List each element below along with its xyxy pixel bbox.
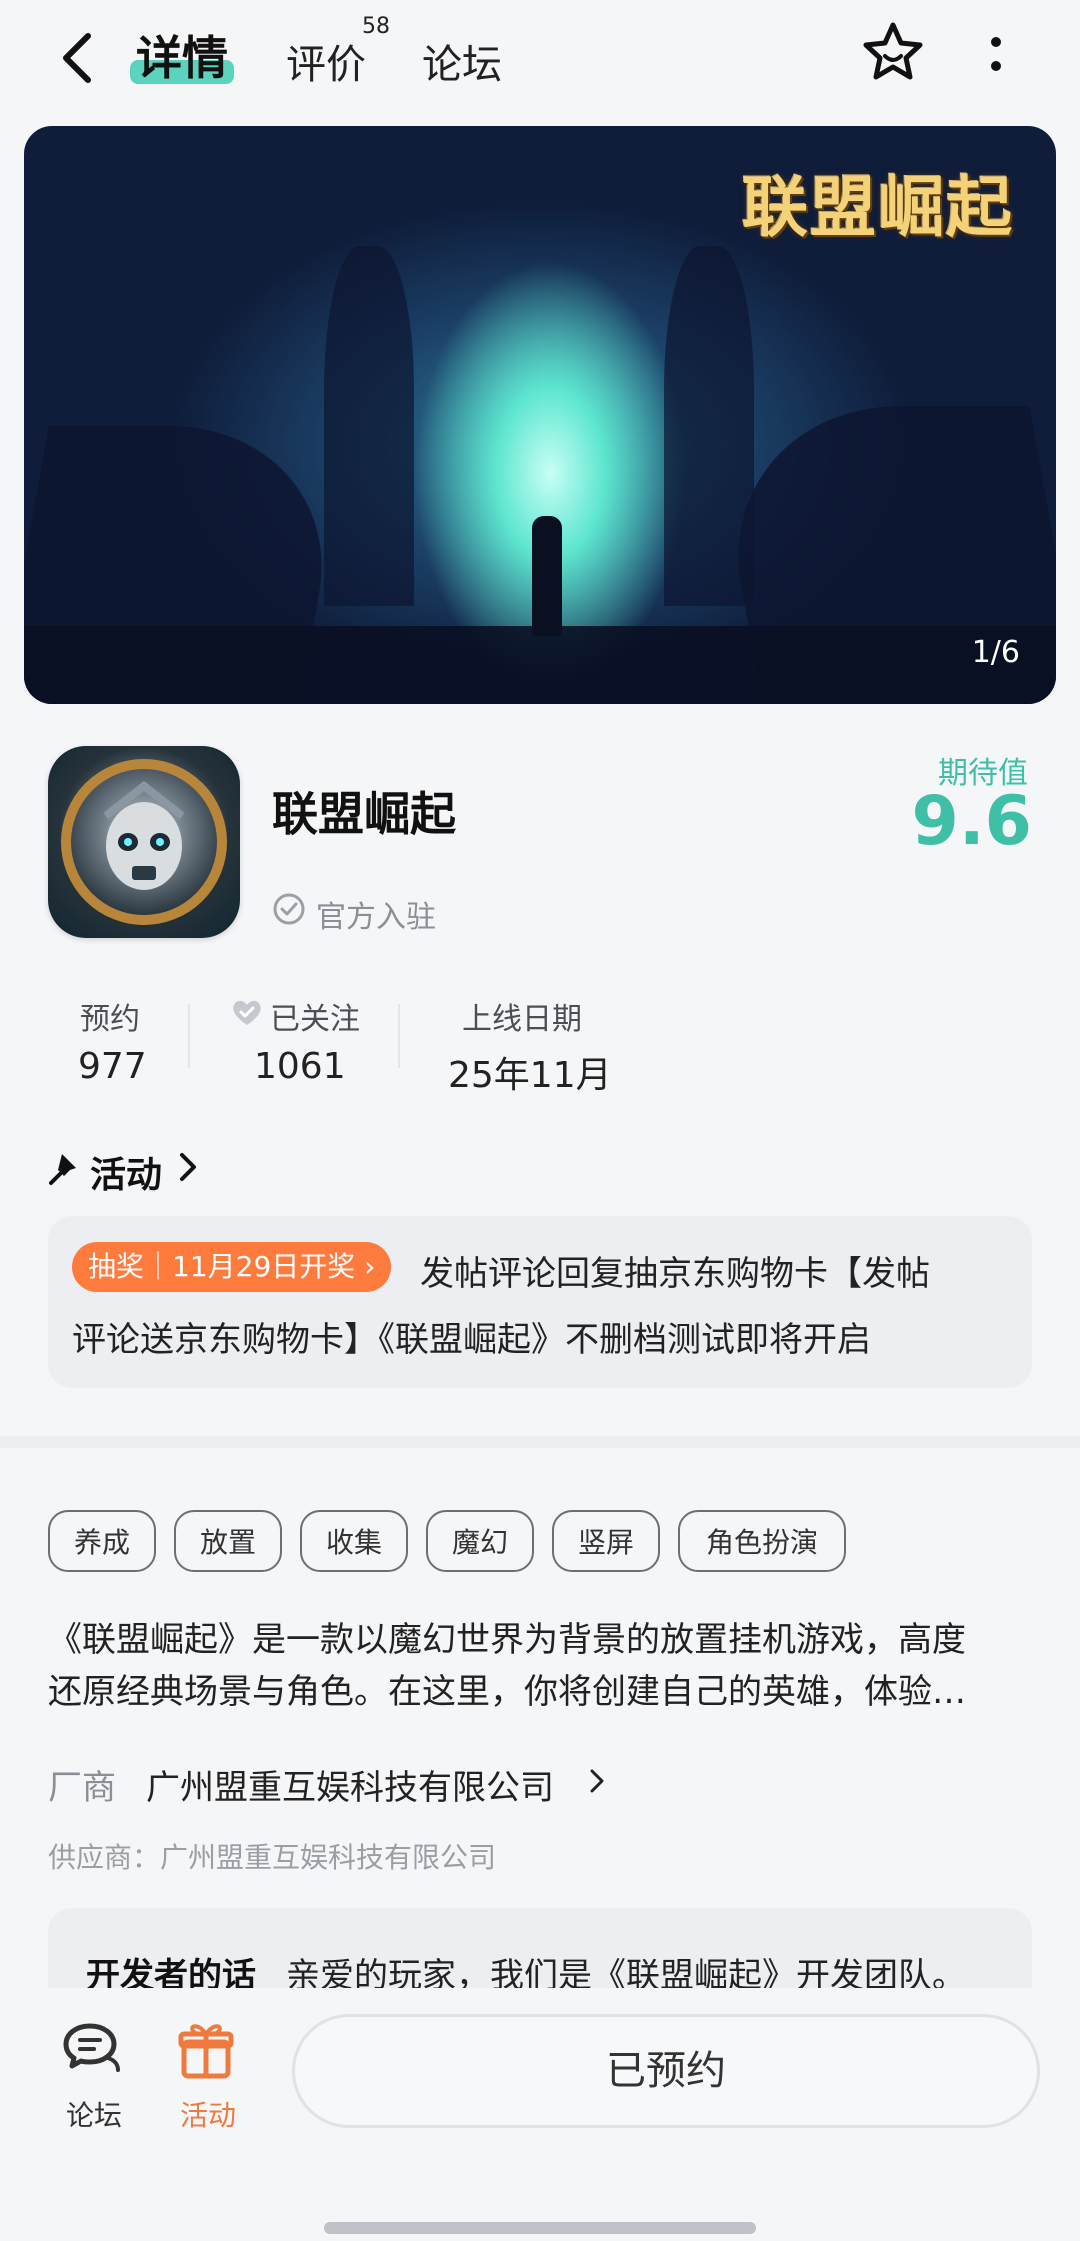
supplier-text: 供应商：广州盟重互娱科技有限公司 [48,1841,497,1874]
activity-text-line[interactable]: 评论送京东购物卡】《联盟崛起》不删档测试即将开启 [72,1312,871,1361]
chevron-right-icon: › [364,1250,376,1283]
gift-icon[interactable] [178,2020,234,2080]
stat-value-followers: 1061 [254,1046,346,1087]
app-icon [48,746,240,938]
stat-divider [188,1004,190,1068]
screenshot-carousel[interactable]: 联盟崛起 1/6 [24,126,1056,704]
stat-divider [398,1004,400,1068]
app-name: 联盟崛起 [272,787,456,841]
more-options-icon[interactable] [986,34,1006,74]
home-indicator[interactable] [324,2222,756,2234]
tag-item[interactable]: 收集 [300,1510,408,1572]
lottery-badge-text: 抽奖｜11月29日开奖 [88,1250,356,1283]
tag-item[interactable]: 魔幻 [426,1510,534,1572]
activity-section-title[interactable]: 活动 [90,1146,162,1198]
game-description[interactable]: 《联盟崛起》是一款以魔幻世界为背景的放置挂机游戏，高度 还原经典场景与角色。在这… [48,1614,1032,1718]
chevron-right-icon[interactable] [588,1766,606,1796]
activity-tab-label[interactable]: 活动 [180,2094,236,2134]
stat-label-launch-date: 上线日期 [462,1002,582,1037]
description-line: 还原经典场景与角色。在这里，你将创建自己的英雄，体验… [48,1672,966,1712]
back-arrow-icon[interactable] [54,28,104,88]
pin-icon [49,1154,76,1185]
tag-item[interactable]: 养成 [48,1510,156,1572]
tab-detail[interactable]: 详情 [136,22,228,88]
chevron-right-icon[interactable] [178,1150,198,1184]
heart-icon [233,1000,261,1025]
official-verified-label: 官方入驻 [316,900,436,935]
verified-check-icon [273,893,305,925]
carousel-counter: 1/6 [971,635,1020,670]
reserved-button[interactable]: 已预约 [292,2014,1040,2128]
expectation-score: 9.6 [911,782,1032,861]
game-logo: 联盟崛起 [742,169,1014,246]
tab-reviews[interactable]: 评价 [286,32,366,90]
review-count-badge: 58 [362,14,390,39]
favorite-star-icon[interactable] [858,18,928,88]
forum-label[interactable]: 论坛 [66,2094,122,2134]
tag-item[interactable]: 竖屏 [552,1510,660,1572]
forum-chat-icon[interactable] [62,2020,122,2076]
tab-forum[interactable]: 论坛 [422,32,502,90]
vendor-name-link[interactable]: 广州盟重互娱科技有限公司 [146,1760,554,1809]
stat-label-reservations: 预约 [80,1002,140,1037]
tag-item[interactable]: 放置 [174,1510,282,1572]
tag-item[interactable]: 角色扮演 [678,1510,846,1572]
hero-silhouette [532,516,562,636]
vendor-label: 厂商 [48,1768,116,1808]
stat-value-launch-date: 25年11月 [448,1055,612,1096]
stat-value-reservations: 977 [78,1046,147,1087]
section-divider [0,1436,1080,1448]
lottery-badge[interactable]: 抽奖｜11月29日开奖 › [72,1242,392,1292]
description-line: 《联盟崛起》是一款以魔幻世界为背景的放置挂机游戏，高度 [48,1620,966,1660]
activity-text-line[interactable]: 发帖评论回复抽京东购物卡【发帖 [420,1246,930,1295]
stat-label-followers: 已关注 [270,1002,360,1037]
